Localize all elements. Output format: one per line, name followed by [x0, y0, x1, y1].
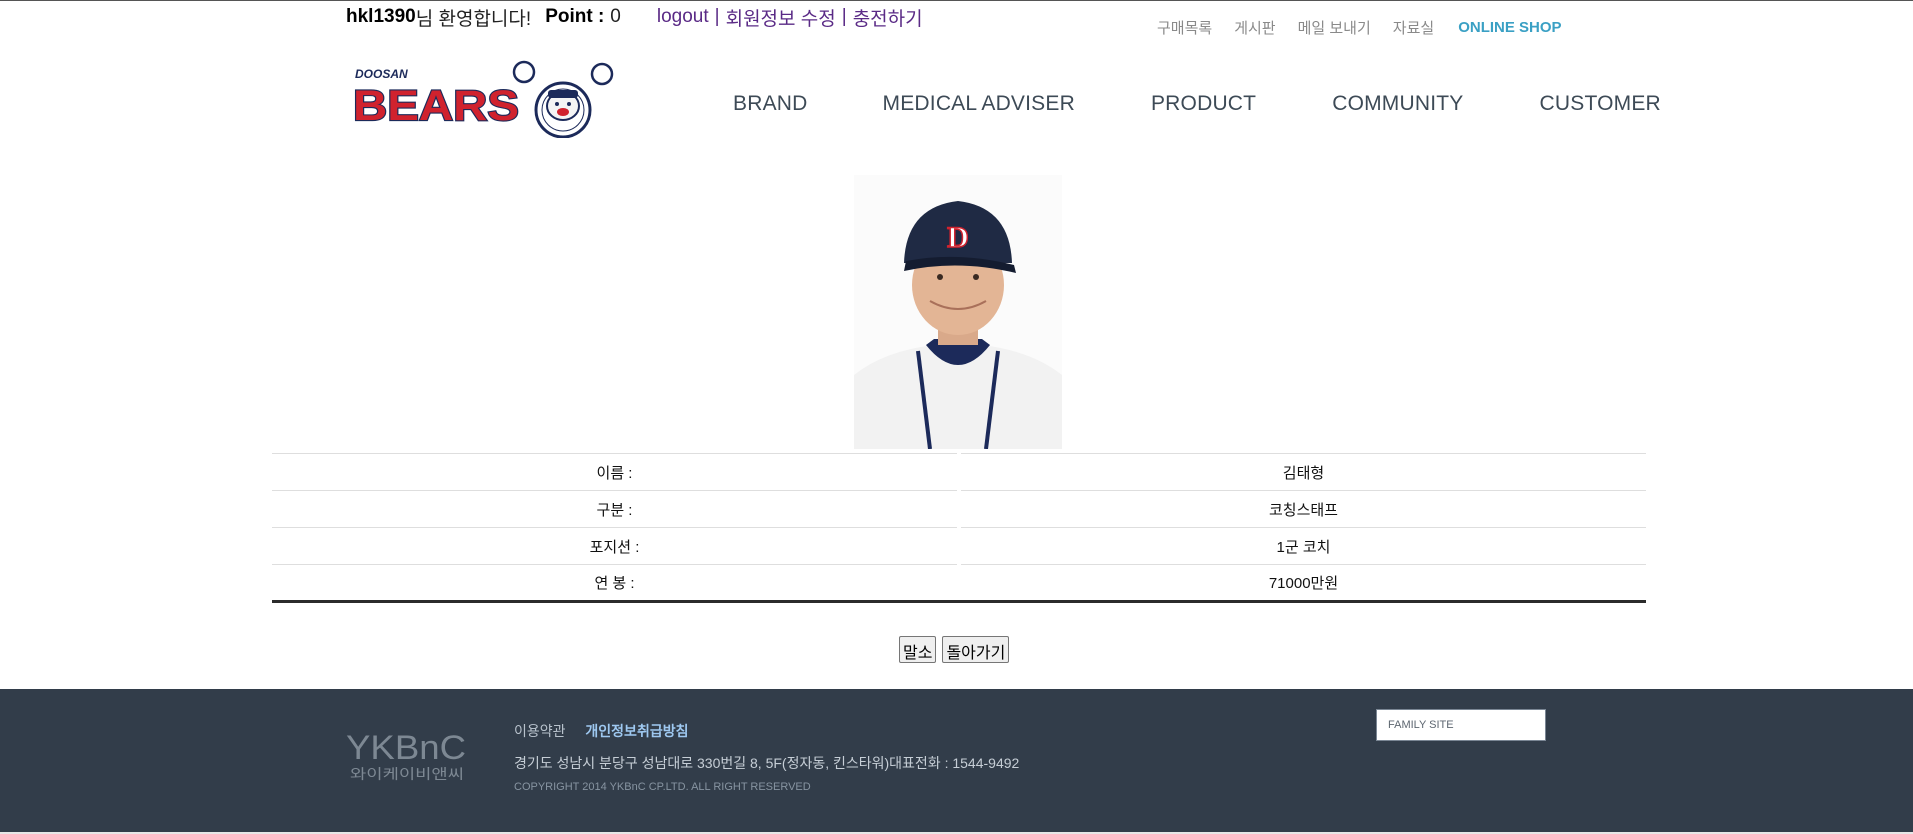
row-label: 구분 : [272, 490, 957, 528]
back-button[interactable]: 돌아가기 [942, 636, 1010, 663]
util-archive[interactable]: 자료실 [1393, 17, 1434, 38]
player-info-table: 이름 : 김태형 구분 : 코칭스태프 포지션 : 1군 코치 연 봉 : 71… [272, 453, 1646, 603]
player-photo: D [854, 175, 1062, 449]
charge-link[interactable]: 충전하기 [853, 4, 923, 31]
online-shop-link[interactable]: ONLINE SHOP [1458, 19, 1561, 36]
logout-link[interactable]: logout [657, 6, 709, 28]
point-label: Point : [545, 6, 605, 27]
footer-links: 이용약관 개인정보취급방침 [514, 721, 704, 741]
util-purchase-list[interactable]: 구매목록 [1157, 17, 1212, 38]
table-row: 연 봉 : 71000만원 [272, 564, 1646, 603]
main-nav: BRAND MEDICAL ADVISER PRODUCT COMMUNITY … [733, 92, 1661, 116]
row-value: 김태형 [961, 453, 1646, 491]
util-board[interactable]: 게시판 [1234, 17, 1275, 38]
row-value: 코칭스태프 [961, 490, 1646, 528]
top-border-line [0, 0, 1913, 1]
nav-product[interactable]: PRODUCT [1151, 92, 1256, 116]
row-label: 이름 : [272, 453, 957, 491]
doosan-bears-logo[interactable]: DOOSAN BEARS [353, 52, 615, 138]
table-row: 구분 : 코칭스태프 [272, 490, 1646, 528]
nav-brand[interactable]: BRAND [733, 92, 808, 116]
row-label: 연 봉 : [272, 564, 957, 603]
bear-mascot-icon [512, 60, 614, 138]
user-bar: hkl1390 님 환영합니다! Point : 0 logout | 회원정보… [346, 3, 923, 31]
action-buttons: 말소 돌아가기 [899, 636, 1010, 663]
util-send-mail[interactable]: 메일 보내기 [1298, 17, 1371, 38]
separator: | [714, 6, 720, 27]
point-value: 0 [610, 6, 621, 27]
privacy-policy-link[interactable]: 개인정보취급방침 [585, 723, 688, 739]
footer-copyright: COPYRIGHT 2014 YKBnC CP.LTD. ALL RIGHT R… [514, 781, 811, 793]
footer: YKBnC 와이케이비앤씨 이용약관 개인정보취급방침 경기도 성남시 분당구 … [0, 689, 1913, 834]
nav-customer[interactable]: CUSTOMER [1540, 92, 1661, 116]
ykbnc-logo: YKBnC 와이케이비앤씨 [346, 729, 466, 783]
separator: | [841, 6, 847, 27]
welcome-text: 님 환영합니다! [415, 8, 532, 30]
nav-community[interactable]: COMMUNITY [1332, 92, 1463, 116]
logo-small-text: DOOSAN [355, 67, 408, 81]
table-row: 이름 : 김태형 [272, 453, 1646, 491]
logo-big-text: BEARS [353, 82, 519, 130]
row-value: 71000만원 [961, 564, 1646, 603]
terms-link[interactable]: 이용약관 [514, 723, 566, 739]
ykbnc-logo-subtext: 와이케이비앤씨 [350, 767, 464, 783]
ykbnc-logo-text: YKBnC [346, 729, 466, 767]
edit-profile-link[interactable]: 회원정보 수정 [726, 4, 836, 31]
footer-address: 경기도 성남시 분당구 성남대로 330번길 8, 5F(정자동, 킨스타워)대… [514, 755, 1020, 771]
utility-menu: 구매목록 게시판 메일 보내기 자료실 ONLINE SHOP [1157, 17, 1562, 38]
nav-medical-adviser[interactable]: MEDICAL ADVISER [883, 92, 1075, 116]
family-site-select[interactable]: FAMILY SITE [1376, 709, 1546, 741]
user-id: hkl1390 [346, 6, 416, 27]
delete-button[interactable]: 말소 [899, 636, 937, 663]
cap-letter: D [947, 221, 969, 254]
row-label: 포지션 : [272, 527, 957, 565]
table-row: 포지션 : 1군 코치 [272, 527, 1646, 565]
row-value: 1군 코치 [961, 527, 1646, 565]
